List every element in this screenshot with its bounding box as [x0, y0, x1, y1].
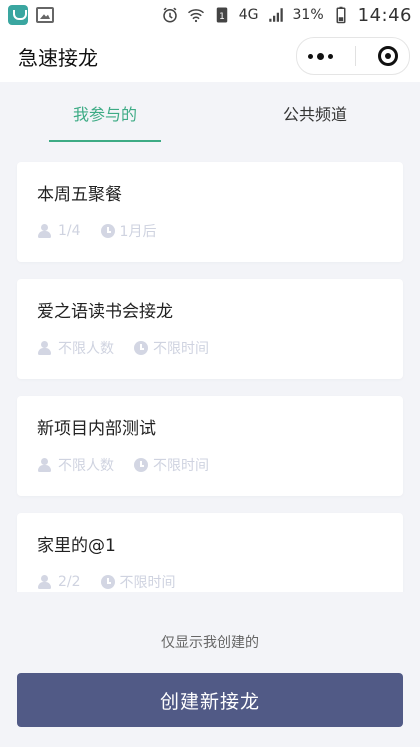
card-title: 爱之语读书会接龙: [37, 302, 173, 322]
time-limit: 1月后: [119, 224, 157, 240]
person-icon: [37, 458, 53, 472]
more-icon[interactable]: [308, 52, 333, 60]
show-mine-only-link[interactable]: 仅显示我创建的: [0, 632, 420, 652]
relay-list: 本周五聚餐 1/4 1月后 爱之语读书会接龙 不限人数 不限时间 新项目内部测试…: [0, 144, 420, 592]
clock-time: 14:46: [357, 4, 412, 26]
wifi-icon: [187, 9, 204, 23]
battery-icon: [336, 6, 346, 24]
card-title: 家里的@1: [37, 536, 116, 556]
clock-icon: [100, 224, 115, 238]
clock-icon: [134, 458, 148, 472]
create-relay-button[interactable]: 创建新接龙: [17, 673, 403, 727]
page-title: 急速接龙: [18, 45, 98, 70]
people-count: 2/2: [58, 574, 81, 590]
clock-icon: [100, 575, 115, 589]
clock-icon: [134, 341, 148, 355]
alarm-icon: [162, 7, 177, 23]
person-icon: [37, 575, 53, 589]
list-item[interactable]: 新项目内部测试 不限人数 不限时间: [17, 396, 403, 496]
close-target-icon[interactable]: [378, 46, 398, 66]
person-icon: [37, 224, 53, 238]
list-item[interactable]: 家里的@1 2/2 不限时间: [17, 513, 403, 592]
battery-percent: 31%: [292, 7, 324, 23]
sim-icon: 1: [216, 7, 227, 23]
tab-bar: 我参与的 公共频道: [0, 82, 420, 144]
capsule-divider: [355, 46, 356, 66]
list-item[interactable]: 爱之语读书会接龙 不限人数 不限时间: [17, 279, 403, 379]
app-notification-icon: [8, 5, 28, 25]
mini-program-capsule: [296, 37, 410, 75]
card-title: 新项目内部测试: [37, 419, 156, 439]
nav-bar: 急速接龙: [0, 30, 420, 82]
network-type: 4G: [238, 7, 259, 23]
image-notification-icon: [36, 7, 54, 23]
time-limit: 不限时间: [119, 575, 176, 591]
people-count: 1/4: [58, 223, 81, 239]
time-limit: 不限时间: [153, 341, 209, 357]
tab-participated[interactable]: 我参与的: [0, 82, 210, 144]
list-item[interactable]: 本周五聚餐 1/4 1月后: [17, 162, 403, 262]
person-icon: [37, 341, 53, 355]
people-count: 不限人数: [58, 458, 114, 474]
svg-text:1: 1: [219, 12, 225, 22]
tab-public-channel[interactable]: 公共频道: [210, 82, 420, 144]
time-limit: 不限时间: [153, 458, 209, 474]
people-count: 不限人数: [58, 341, 114, 357]
status-bar: 1 4G 31% 14:46: [0, 0, 420, 30]
card-title: 本周五聚餐: [37, 185, 122, 205]
signal-icon: [268, 8, 283, 22]
